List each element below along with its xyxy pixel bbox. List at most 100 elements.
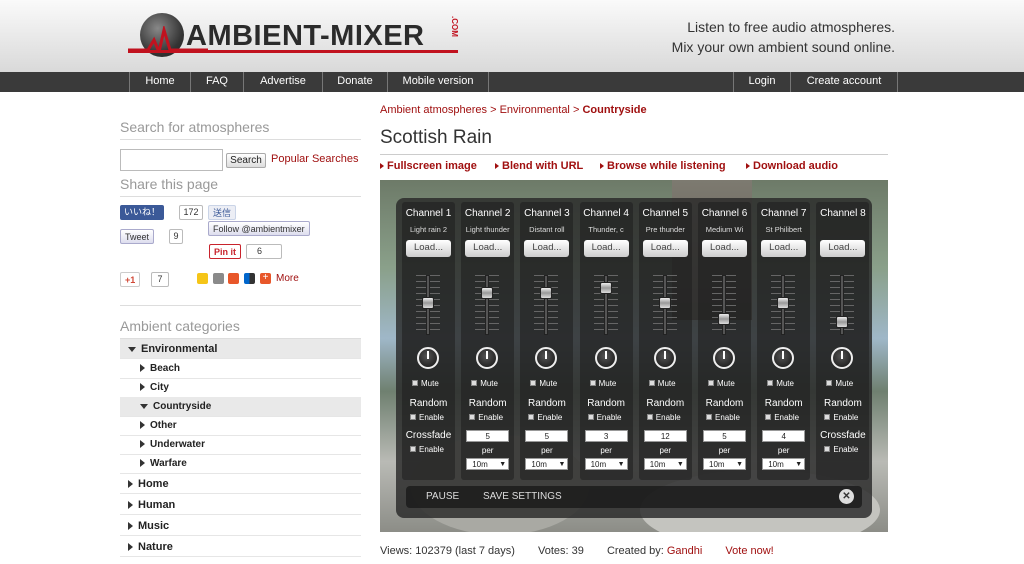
follow-twitter-button[interactable]: Follow @ambientmixer [208,221,310,236]
random-enable-checkbox[interactable]: Enable [469,413,503,422]
breadcrumb-ambient-atmospheres[interactable]: Ambient atmospheres [380,104,487,116]
popular-searches-link[interactable]: Popular Searches [271,153,358,165]
search-input[interactable] [120,149,223,171]
random-enable-checkbox[interactable]: Enable [528,413,562,422]
load-button[interactable]: Load... [406,240,451,257]
load-button[interactable]: Load... [702,240,747,257]
random-enable-checkbox[interactable]: Enable [587,413,622,422]
volume-track[interactable] [722,275,726,335]
random-interval-select[interactable]: 10m [525,458,569,470]
volume-slider-thumb[interactable] [777,296,790,309]
balance-knob[interactable] [831,347,854,369]
random-interval-select[interactable]: 10m [643,458,687,470]
load-button[interactable]: Load... [465,240,511,257]
search-button[interactable]: Search [226,153,266,168]
site-logo[interactable]: AMBIENT-MIXER .COM [128,12,459,60]
random-interval-select[interactable]: 10m [466,458,510,470]
fullscreen-image-link[interactable]: Fullscreen image [380,160,477,172]
category-beach[interactable]: Beach [120,359,361,379]
random-count-input[interactable]: 12 [643,430,687,442]
random-interval-select[interactable]: 10m [703,458,746,470]
random-interval-select[interactable]: 10m [762,458,806,470]
random-enable-checkbox[interactable]: Enable [706,413,740,422]
more-share-link[interactable]: More [276,273,299,284]
close-icon[interactable]: ✕ [839,489,854,504]
email-icon[interactable] [213,273,224,284]
browse-while-listening-link[interactable]: Browse while listening [600,160,726,172]
category-warfare[interactable]: Warfare [120,454,361,474]
bookmark-star-icon[interactable] [197,273,208,284]
breadcrumb-environmental[interactable]: Environmental [500,104,570,116]
balance-knob[interactable] [476,347,499,369]
balance-knob[interactable] [594,347,617,369]
crossfade-enable-checkbox[interactable]: Enable [410,445,444,454]
blend-with-url-link[interactable]: Blend with URL [495,160,583,172]
nav-create-account[interactable]: Create account [790,72,898,92]
google-plus-button[interactable]: +1 [120,272,141,287]
balance-knob[interactable] [653,347,676,369]
balance-knob[interactable] [417,347,439,369]
category-environmental[interactable]: Environmental [120,339,361,359]
volume-slider-thumb[interactable] [599,282,612,295]
nav-mobile-version[interactable]: Mobile version [387,72,489,92]
volume-slider-thumb[interactable] [658,296,671,309]
load-button[interactable]: Load... [642,240,688,257]
more-share-icon[interactable]: + [260,273,271,284]
nav-donate[interactable]: Donate [322,72,387,92]
facebook-like-button[interactable]: いいね！ [120,205,165,220]
mute-checkbox[interactable]: Mute [412,379,439,388]
nav-faq[interactable]: FAQ [190,72,243,92]
vote-now-link[interactable]: Vote now! [725,545,773,557]
random-enable-checkbox[interactable]: Enable [410,413,444,422]
category-music[interactable]: Music [120,516,361,536]
random-enable-checkbox[interactable]: Enable [765,413,799,422]
save-settings-button[interactable]: SAVE SETTINGS [483,491,562,502]
random-count-input[interactable]: 4 [762,430,806,442]
category-other[interactable]: Other [120,416,361,436]
volume-slider-thumb[interactable] [836,315,849,328]
category-home[interactable]: Home [120,474,361,494]
nav-home[interactable]: Home [129,72,190,92]
tweet-button[interactable]: Tweet [120,229,155,244]
nav-login[interactable]: Login [733,72,790,92]
breadcrumb-countryside[interactable]: Countryside [582,104,646,116]
crossfade-enable-checkbox[interactable]: Enable [824,445,858,454]
author-link[interactable]: Gandhi [667,545,702,557]
load-button[interactable]: Load... [524,240,570,257]
pinterest-button[interactable]: Pin it [209,244,241,259]
volume-slider-thumb[interactable] [481,287,494,299]
load-button[interactable]: Load... [820,240,866,257]
mute-checkbox[interactable]: Mute [708,379,735,388]
category-city[interactable]: City [120,378,361,398]
volume-track[interactable] [544,275,549,335]
delicious-icon[interactable] [244,273,255,284]
random-enable-checkbox[interactable]: Enable [824,413,858,422]
mute-checkbox[interactable]: Mute [767,379,794,388]
nav-advertise[interactable]: Advertise [243,72,322,92]
category-human[interactable]: Human [120,495,361,515]
mute-checkbox[interactable]: Mute [589,379,616,388]
facebook-send-button[interactable]: 送信 [208,205,237,220]
mute-checkbox[interactable]: Mute [530,379,557,388]
download-audio-link[interactable]: Download audio [746,160,838,172]
category-countryside[interactable]: Countryside [120,397,361,417]
stumbleupon-icon[interactable] [228,273,239,284]
mute-checkbox[interactable]: Mute [648,379,676,388]
mute-checkbox[interactable]: Mute [471,379,498,388]
volume-slider-thumb[interactable] [422,296,434,309]
random-count-input[interactable]: 5 [466,430,510,442]
balance-knob[interactable] [535,347,558,369]
volume-slider-thumb[interactable] [718,313,730,326]
balance-knob[interactable] [713,347,735,369]
random-interval-select[interactable]: 10m [584,458,628,470]
mute-checkbox[interactable]: Mute [826,379,853,388]
category-nature[interactable]: Nature [120,537,361,557]
random-count-input[interactable]: 5 [703,430,746,442]
volume-slider-thumb[interactable] [540,287,553,299]
random-enable-checkbox[interactable]: Enable [646,413,681,422]
balance-knob[interactable] [772,347,795,369]
volume-track[interactable] [485,275,490,335]
load-button[interactable]: Load... [761,240,807,257]
load-button[interactable]: Load... [583,240,629,257]
random-count-input[interactable]: 5 [525,430,569,442]
